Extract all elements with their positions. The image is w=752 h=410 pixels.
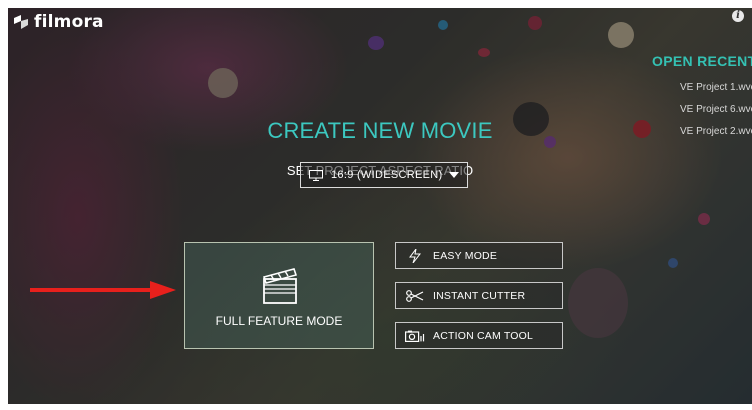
- chevron-down-icon: [449, 172, 459, 178]
- open-recent-title: OPEN RECENT: [652, 53, 752, 69]
- full-feature-mode-label: FULL FEATURE MODE: [215, 314, 343, 328]
- full-feature-mode-button[interactable]: FULL FEATURE MODE: [184, 242, 374, 349]
- recent-project-item[interactable]: VE Project 1.wve: [680, 80, 752, 102]
- filmora-logo: filmora: [14, 12, 104, 32]
- background-scrim: [8, 8, 752, 404]
- create-new-movie-title: CREATE NEW MOVIE: [267, 118, 493, 143]
- aspect-ratio-select[interactable]: 16:9 (WIDESCREEN): [300, 162, 468, 188]
- red-arrow-annotation: [30, 281, 176, 299]
- instant-cutter-label: INSTANT CUTTER: [433, 289, 526, 302]
- filmora-launcher-window: filmora i OPEN RECENT VE Project 1.wve V…: [8, 8, 752, 404]
- lightning-icon: [405, 248, 425, 263]
- camera-icon: [405, 330, 425, 342]
- aspect-ratio-value: 16:9 (WIDESCREEN): [331, 169, 443, 181]
- monitor-icon: [309, 169, 323, 181]
- info-icon[interactable]: i: [732, 10, 744, 22]
- easy-mode-label: EASY MODE: [433, 249, 498, 262]
- scissors-icon: [405, 289, 425, 302]
- instant-cutter-button[interactable]: INSTANT CUTTER: [395, 282, 563, 309]
- clapperboard-icon: [262, 265, 298, 305]
- logo-text: filmora: [34, 12, 104, 32]
- easy-mode-button[interactable]: EASY MODE: [395, 242, 563, 269]
- action-cam-tool-label: ACTION CAM TOOL: [433, 329, 534, 342]
- filmora-logo-icon: [14, 15, 28, 29]
- action-cam-tool-button[interactable]: ACTION CAM TOOL: [395, 322, 563, 349]
